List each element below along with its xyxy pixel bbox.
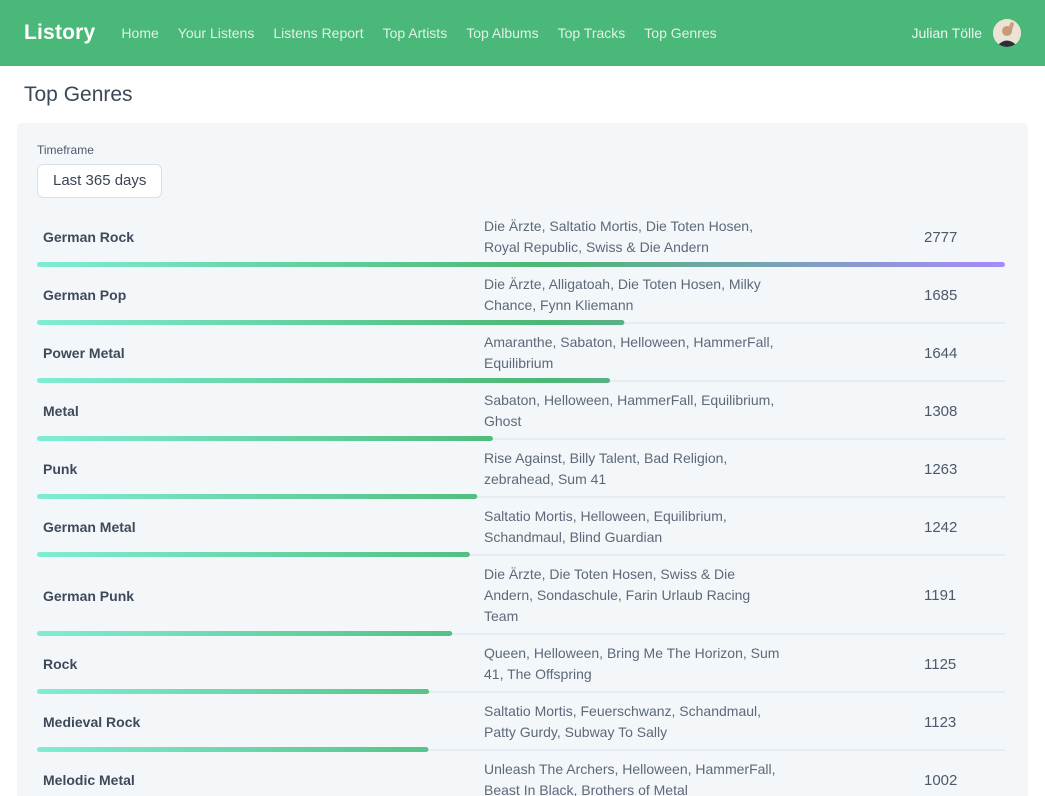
genre-name: German Pop (37, 287, 484, 303)
genre-bar-fill (37, 262, 1005, 267)
genre-count: 2777 (924, 229, 1008, 246)
genre-row: PunkRise Against, Billy Talent, Bad Reli… (37, 443, 1008, 501)
genre-artists: Die Ärzte, Saltatio Mortis, Die Toten Ho… (484, 216, 786, 258)
genre-bar-track (37, 494, 1005, 499)
user-menu[interactable]: Julian Tölle (911, 19, 1021, 47)
nav-links: Home Your Listens Listens Report Top Artist… (121, 25, 911, 41)
nav-item-your-listens[interactable]: Your Listens (178, 25, 255, 41)
user-name: Julian Tölle (911, 25, 982, 41)
genre-count: 1123 (924, 714, 1008, 731)
nav-item-listens-report[interactable]: Listens Report (273, 25, 363, 41)
genre-count: 1308 (924, 403, 1008, 420)
genre-artists: Rise Against, Billy Talent, Bad Religion… (484, 448, 786, 490)
genre-row: German RockDie Ärzte, Saltatio Mortis, D… (37, 211, 1008, 269)
genre-name: Melodic Metal (37, 772, 484, 788)
genre-artists: Die Ärzte, Die Toten Hosen, Swiss & Die … (484, 564, 786, 627)
user-avatar-icon[interactable] (993, 19, 1021, 47)
timeframe-label: Timeframe (37, 143, 1008, 157)
genres-card: Timeframe Last 365 days German RockDie Ä… (17, 123, 1028, 796)
genre-bar-track (37, 320, 1005, 325)
timeframe-select[interactable]: Last 365 days (37, 164, 162, 198)
nav-item-top-albums[interactable]: Top Albums (466, 25, 538, 41)
navbar: Listory Home Your Listens Listens Report To… (0, 0, 1045, 66)
genre-bar-track (37, 378, 1005, 383)
nav-item-top-artists[interactable]: Top Artists (383, 25, 448, 41)
genre-row: RockQueen, Helloween, Bring Me The Horiz… (37, 638, 1008, 696)
genre-count: 1191 (924, 587, 1008, 604)
genre-name: Rock (37, 656, 484, 672)
genre-count: 1125 (924, 656, 1008, 673)
genre-artists: Sabaton, Helloween, HammerFall, Equilibr… (484, 390, 786, 432)
genre-count: 1644 (924, 345, 1008, 362)
nav-item-top-genres[interactable]: Top Genres (644, 25, 716, 41)
genre-artists: Saltatio Mortis, Feuerschwanz, Schandmau… (484, 701, 786, 743)
genre-row: Melodic MetalUnleash The Archers, Hellow… (37, 754, 1008, 796)
genres-table: German RockDie Ärzte, Saltatio Mortis, D… (37, 211, 1008, 796)
genre-artists: Die Ärzte, Alligatoah, Die Toten Hosen, … (484, 274, 786, 316)
genre-bar-track (37, 436, 1005, 441)
brand-logo[interactable]: Listory (24, 21, 95, 45)
nav-item-home[interactable]: Home (121, 25, 158, 41)
genre-row: Medieval RockSaltatio Mortis, Feuerschwa… (37, 696, 1008, 754)
genre-name: Medieval Rock (37, 714, 484, 730)
genre-count: 1263 (924, 461, 1008, 478)
genre-name: German Punk (37, 588, 484, 604)
genre-row: MetalSabaton, Helloween, HammerFall, Equ… (37, 385, 1008, 443)
genre-artists: Amaranthe, Sabaton, Helloween, HammerFal… (484, 332, 786, 374)
genre-name: Metal (37, 403, 484, 419)
genre-artists: Saltatio Mortis, Helloween, Equilibrium,… (484, 506, 786, 548)
genre-row: German MetalSaltatio Mortis, Helloween, … (37, 501, 1008, 559)
genre-bar-track (37, 552, 1005, 557)
genre-count: 1002 (924, 772, 1008, 789)
genre-row: German PunkDie Ärzte, Die Toten Hosen, S… (37, 559, 1008, 638)
genre-name: Punk (37, 461, 484, 477)
genre-name: Power Metal (37, 345, 484, 361)
nav-item-top-tracks[interactable]: Top Tracks (558, 25, 626, 41)
genre-count: 1685 (924, 287, 1008, 304)
genre-bar-track (37, 689, 1005, 694)
page-title: Top Genres (24, 83, 1045, 107)
genre-bar-track (37, 262, 1005, 267)
genre-artists: Unleash The Archers, Helloween, HammerFa… (484, 759, 786, 796)
genre-row: Power MetalAmaranthe, Sabaton, Helloween… (37, 327, 1008, 385)
genre-name: German Rock (37, 229, 484, 245)
genre-bar-track (37, 747, 1005, 752)
genre-count: 1242 (924, 519, 1008, 536)
genre-bar-track (37, 631, 1005, 636)
genre-name: German Metal (37, 519, 484, 535)
genre-row: German PopDie Ärzte, Alligatoah, Die Tot… (37, 269, 1008, 327)
genre-artists: Queen, Helloween, Bring Me The Horizon, … (484, 643, 786, 685)
